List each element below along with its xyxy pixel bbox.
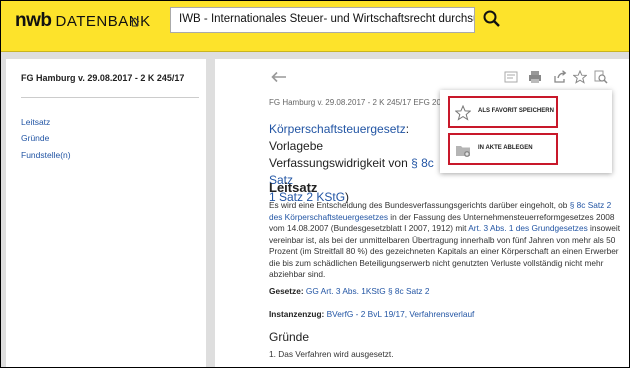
app-window: nwb DATENBANK IWB - Internationales Steue… bbox=[0, 0, 630, 368]
instanzenzug-row: Instanzenzug: BVerfG - 2 BvL 19/17, Verf… bbox=[269, 309, 474, 319]
print-icon[interactable] bbox=[528, 70, 542, 84]
header-bar: nwb DATENBANK IWB - Internationales Steue… bbox=[1, 1, 629, 52]
instanzenzug-links[interactable]: BVerfG - 2 BvL 19/17, Verfahrensverlauf bbox=[327, 309, 475, 319]
folder-add-icon bbox=[456, 146, 470, 157]
gesetze-links[interactable]: GG Art. 3 Abs. 1KStG § 8c Satz 2 bbox=[306, 286, 430, 296]
save-favorite-menu-item[interactable]: ALS FAVORIT SPEICHERN bbox=[448, 96, 558, 128]
instanzenzug-label: Instanzenzug: bbox=[269, 309, 325, 319]
paragraph-text: Es wird eine Entscheidung des Bundesverf… bbox=[269, 200, 570, 210]
save-favorite-label: ALS FAVORIT SPEICHERN bbox=[478, 108, 554, 114]
star-icon[interactable] bbox=[573, 70, 587, 84]
sidebar-divider bbox=[21, 97, 199, 98]
search-document-icon[interactable] bbox=[594, 70, 608, 84]
save-to-file-label: IN AKTE ABLEGEN bbox=[478, 145, 533, 151]
save-to-file-menu-item[interactable]: IN AKTE ABLEGEN bbox=[448, 133, 558, 165]
search-input[interactable]: IWB - Internationales Steuer- und Wirtsc… bbox=[170, 7, 475, 33]
logo-brand: nwb bbox=[15, 10, 52, 31]
leitsatz-paragraph: Es wird eine Entscheidung des Bundesverf… bbox=[269, 200, 621, 281]
law-reference-link[interactable]: Art. 3 Abs. 1 des Grundgesetzes bbox=[468, 223, 587, 233]
section-heading-leitsatz: Leitsatz bbox=[269, 180, 318, 195]
sidebar: FG Hamburg v. 29.08.2017 - 2 K 245/17 Le… bbox=[6, 59, 206, 367]
gruende-list-item: 1. Das Verfahren wird ausgesetzt. bbox=[269, 349, 394, 359]
section-heading-gruende: Gründe bbox=[269, 330, 310, 344]
share-icon[interactable] bbox=[553, 70, 567, 84]
breadcrumb: FG Hamburg v. 29.08.2017 - 2 K 245/17 EF… bbox=[269, 98, 450, 107]
favorites-dropdown: ALS FAVORIT SPEICHERN IN AKTE ABLEGEN bbox=[440, 90, 612, 173]
gesetze-row: Gesetze: GG Art. 3 Abs. 1KStG § 8c Satz … bbox=[269, 286, 430, 296]
sidebar-item-leitsatz[interactable]: Leitsatz bbox=[21, 117, 50, 127]
sidebar-item-gruende[interactable]: Gründe bbox=[21, 133, 49, 143]
back-arrow-icon[interactable] bbox=[271, 71, 287, 83]
sidebar-item-fundstellen[interactable]: Fundstelle(n) bbox=[21, 150, 71, 160]
gesetze-label: Gesetze: bbox=[269, 286, 304, 296]
home-icon[interactable] bbox=[130, 17, 140, 27]
headline-text: Verfassungswidrigkeit von bbox=[269, 156, 412, 170]
headline-law-link[interactable]: Körperschaftsteuergesetz bbox=[269, 122, 406, 136]
sidebar-title: FG Hamburg v. 29.08.2017 - 2 K 245/17 bbox=[21, 73, 185, 83]
search-icon[interactable] bbox=[482, 9, 502, 29]
star-icon bbox=[455, 105, 471, 121]
document-icon[interactable] bbox=[504, 70, 518, 84]
